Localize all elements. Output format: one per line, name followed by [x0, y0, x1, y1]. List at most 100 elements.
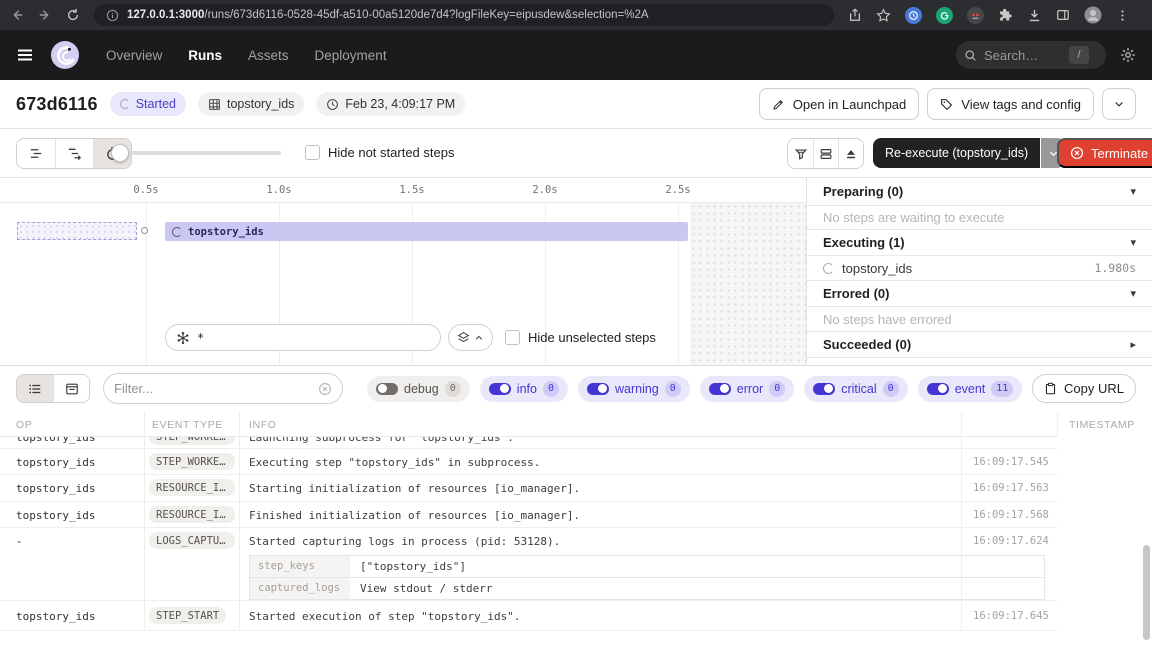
chip-warning[interactable]: warning 0	[578, 376, 690, 402]
gantt-bar-topstory-ids[interactable]: topstory_ids	[165, 222, 688, 241]
browser-profile-avatar[interactable]	[1084, 6, 1102, 24]
extensions-puzzle-icon[interactable]	[998, 8, 1013, 23]
log-row-logs-captured[interactable]: - LOGS_CAPTURED Started capturing logs i…	[0, 528, 1057, 601]
chip-info[interactable]: info 0	[480, 376, 568, 402]
search-input[interactable]	[984, 48, 1062, 63]
log-position-group	[787, 138, 864, 169]
browser-reload-icon[interactable]	[66, 8, 80, 22]
clear-filter-icon[interactable]	[318, 382, 332, 396]
log-table-body: topstory_ids STEP_WORKER_STARTING Launch…	[0, 437, 1057, 631]
executing-step-row[interactable]: topstory_ids 1.980s	[807, 256, 1152, 281]
bookmark-star-icon[interactable]	[876, 8, 891, 23]
run-job-tag[interactable]: topstory_ids	[198, 92, 304, 116]
run-header: 673d6116 Started topstory_ids Feb 23, 4:…	[0, 80, 1152, 129]
debug-toggle[interactable]	[376, 383, 398, 395]
log-row-partial[interactable]: topstory_ids STEP_WORKER_STARTING Launch…	[0, 437, 1057, 449]
info-toggle[interactable]	[489, 383, 511, 395]
log-row[interactable]: topstory_ids RESOURCE_INIT_STARTED Start…	[0, 475, 1057, 502]
log-row[interactable]: topstory_ids STEP_WORKER_STARTED Executi…	[0, 449, 1057, 475]
structured-list-icon[interactable]	[17, 375, 53, 402]
error-toggle[interactable]	[709, 383, 731, 395]
step-query-box[interactable]	[165, 324, 441, 351]
nav-item-deployment[interactable]: Deployment	[315, 48, 387, 63]
nav-items: Overview Runs Assets Deployment	[106, 48, 387, 63]
step-query-input[interactable]	[197, 331, 417, 345]
collapse-eject-icon[interactable]	[838, 139, 863, 168]
hamburger-menu-icon[interactable]	[16, 46, 34, 64]
downloads-icon[interactable]	[1027, 8, 1042, 23]
hide-not-started-checkbox[interactable]	[305, 145, 320, 160]
section-preparing[interactable]: Preparing (0) ▾	[807, 178, 1152, 206]
step-status-panel: Preparing (0) ▾ No steps are waiting to …	[806, 178, 1152, 365]
browser-forward-icon[interactable]	[38, 8, 52, 22]
share-icon[interactable]	[848, 8, 862, 22]
section-errored[interactable]: Errored (0) ▾	[807, 281, 1152, 307]
pencil-icon	[772, 98, 785, 111]
log-row[interactable]: topstory_ids RESOURCE_INIT_SUCCESS Finis…	[0, 502, 1057, 528]
dagster-logo[interactable]	[50, 40, 80, 70]
site-info-icon[interactable]	[106, 9, 119, 22]
waterfall-view-icon[interactable]	[55, 139, 93, 168]
chip-error[interactable]: error 0	[700, 376, 794, 402]
view-stdout-stderr-link[interactable]: View stdout / stderr	[350, 578, 1044, 599]
terminate-button[interactable]: Terminate	[1057, 138, 1152, 168]
search-icon	[964, 49, 977, 62]
log-level-chips: debug 0 info 0 warning 0 error 0	[367, 376, 1022, 402]
run-id: 673d6116	[16, 94, 98, 115]
log-row[interactable]: topstory_ids STEP_START Started executio…	[0, 601, 1057, 631]
clock-extension-icon[interactable]	[905, 7, 922, 24]
critical-toggle[interactable]	[813, 383, 835, 395]
dagster-run-page: 127.0.0.1:3000/runs/673d6116-0528-45df-a…	[0, 0, 1152, 669]
browser-back-icon[interactable]	[10, 8, 24, 22]
section-succeeded[interactable]: Succeeded (0) ▸	[807, 332, 1152, 358]
global-search[interactable]: /	[956, 41, 1106, 69]
log-scrollbar-thumb[interactable]	[1143, 545, 1150, 640]
run-start-time-tag[interactable]: Feb 23, 4:09:17 PM	[316, 92, 465, 116]
warning-toggle[interactable]	[587, 383, 609, 395]
side-panel-icon[interactable]	[1056, 8, 1070, 22]
raw-log-view-icon[interactable]	[53, 375, 89, 402]
filter-funnel-icon[interactable]	[788, 139, 813, 168]
chip-critical[interactable]: critical 0	[804, 376, 907, 402]
gantt-zoom-slider[interactable]	[113, 151, 281, 155]
gantt-zoom-slider-thumb[interactable]	[111, 144, 129, 162]
split-rows-icon[interactable]	[813, 139, 838, 168]
settings-gear-icon[interactable]	[1120, 47, 1136, 63]
chip-debug[interactable]: debug 0	[367, 376, 470, 402]
view-tags-config-button[interactable]: View tags and config	[927, 88, 1094, 120]
log-filter-field[interactable]	[103, 373, 343, 404]
graph-layers-button[interactable]	[448, 324, 493, 351]
caret-right-icon: ▸	[1130, 338, 1136, 351]
step-duration: 1.980s	[1094, 261, 1136, 275]
run-toolbar: Hide not started steps Re-execute (topst…	[0, 129, 1152, 178]
browser-address-bar[interactable]: 127.0.0.1:3000/runs/673d6116-0528-45df-a…	[94, 4, 834, 26]
log-filter-input[interactable]	[114, 381, 312, 396]
flat-view-icon[interactable]	[17, 139, 55, 168]
run-more-actions-button[interactable]	[1102, 88, 1136, 120]
reexecute-button[interactable]: Re-execute (topstory_ids)	[873, 138, 1040, 168]
section-executing[interactable]: Executing (1) ▾	[807, 230, 1152, 256]
hide-not-started-label: Hide not started steps	[328, 145, 454, 160]
open-in-launchpad-button[interactable]: Open in Launchpad	[759, 88, 919, 120]
log-table-header: OP EVENT TYPE INFO TIMESTAMP	[0, 411, 1057, 437]
nav-item-runs[interactable]: Runs	[188, 48, 222, 63]
gantt-pending-step-box[interactable]	[17, 222, 137, 240]
caret-down-icon: ▾	[1130, 185, 1136, 198]
job-grid-icon	[208, 98, 221, 111]
axis-tick: 1.0s	[259, 178, 299, 202]
caret-down-icon: ▾	[1130, 236, 1136, 249]
chevron-down-icon	[1113, 98, 1125, 110]
bar-spinner-icon	[172, 227, 182, 237]
event-toggle[interactable]	[927, 383, 949, 395]
copy-url-button[interactable]: Copy URL	[1032, 374, 1136, 403]
skull-extension-icon[interactable]	[967, 7, 984, 24]
grammarly-extension-icon[interactable]	[936, 7, 953, 24]
hide-unselected-checkbox[interactable]	[505, 330, 520, 345]
meta-row-captured-logs: captured_logs View stdout / stderr	[250, 577, 1044, 599]
nav-item-assets[interactable]: Assets	[248, 48, 289, 63]
run-status-badge[interactable]: Started	[110, 92, 186, 116]
preparing-empty-row: No steps are waiting to execute	[807, 206, 1152, 230]
nav-item-overview[interactable]: Overview	[106, 48, 162, 63]
chip-event[interactable]: event 11	[918, 376, 1023, 402]
browser-menu-kebab-icon[interactable]	[1116, 9, 1129, 22]
